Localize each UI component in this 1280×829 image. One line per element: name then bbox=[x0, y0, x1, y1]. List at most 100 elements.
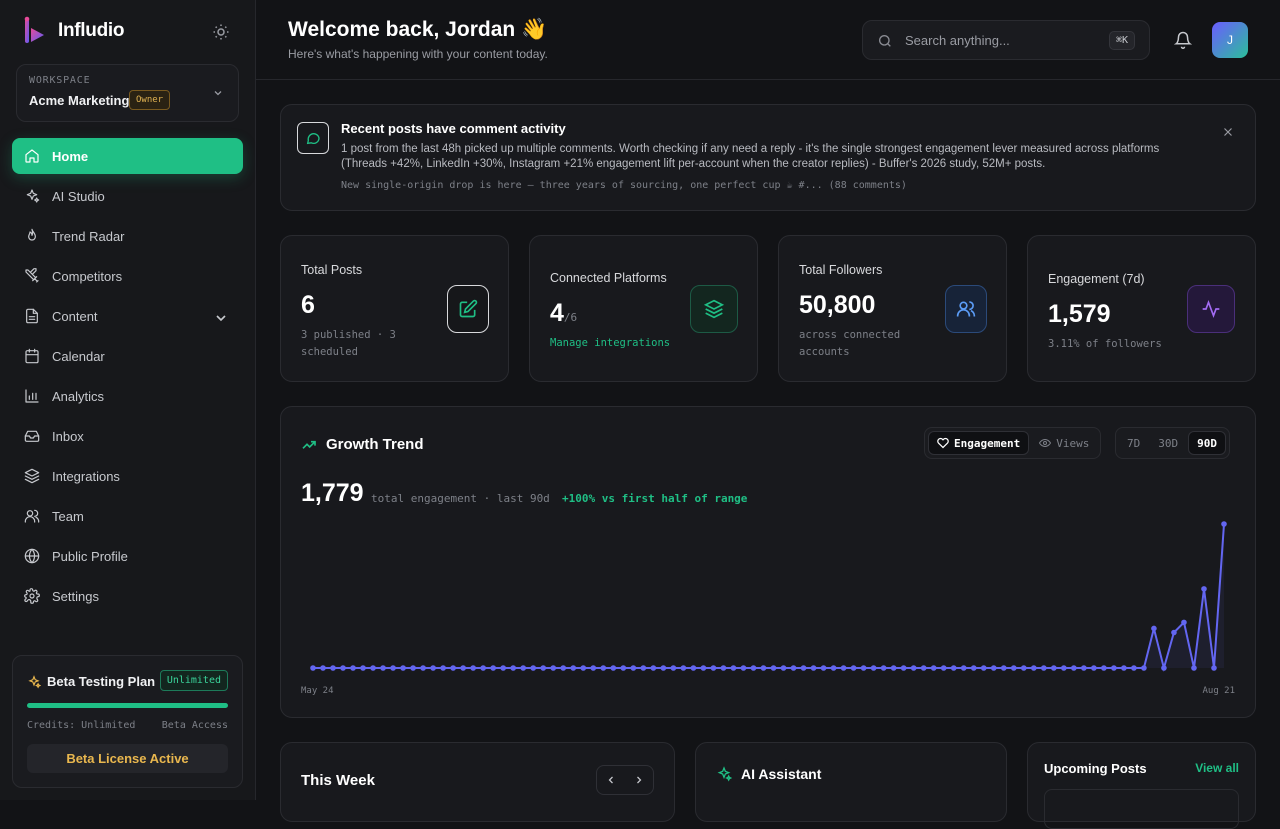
data-point[interactable] bbox=[850, 665, 857, 671]
data-point[interactable] bbox=[950, 665, 957, 671]
data-point[interactable] bbox=[610, 665, 617, 671]
data-point[interactable] bbox=[770, 665, 777, 671]
data-point[interactable] bbox=[1161, 665, 1167, 671]
close-icon[interactable] bbox=[1221, 125, 1235, 139]
data-point[interactable] bbox=[820, 665, 827, 671]
data-point[interactable] bbox=[680, 665, 687, 671]
data-point[interactable] bbox=[530, 665, 537, 671]
data-point[interactable] bbox=[580, 665, 587, 671]
data-point[interactable] bbox=[1191, 665, 1197, 671]
data-point[interactable] bbox=[420, 665, 426, 671]
data-point[interactable] bbox=[620, 665, 627, 671]
data-point[interactable] bbox=[340, 665, 346, 671]
data-point[interactable] bbox=[630, 665, 637, 671]
data-point[interactable] bbox=[410, 665, 416, 671]
data-point[interactable] bbox=[970, 665, 977, 671]
data-point[interactable] bbox=[550, 665, 557, 671]
sidebar-item-analytics[interactable]: Analytics bbox=[12, 378, 243, 414]
data-point[interactable] bbox=[800, 665, 807, 671]
data-point[interactable] bbox=[960, 665, 967, 671]
data-point[interactable] bbox=[910, 665, 917, 671]
data-point[interactable] bbox=[430, 665, 436, 671]
data-point[interactable] bbox=[1201, 586, 1207, 592]
data-point[interactable] bbox=[460, 665, 466, 671]
workspace-switcher[interactable]: WORKSPACE Acme Marketing Owner bbox=[16, 64, 239, 122]
sidebar-item-inbox[interactable]: Inbox bbox=[12, 418, 243, 454]
data-point[interactable] bbox=[1211, 665, 1217, 671]
manage-integrations-link[interactable]: Manage integrations bbox=[550, 335, 670, 352]
sidebar-item-calendar[interactable]: Calendar bbox=[12, 338, 243, 374]
sidebar-item-ai-studio[interactable]: AI Studio bbox=[12, 178, 243, 214]
data-point[interactable] bbox=[760, 665, 767, 671]
data-point[interactable] bbox=[730, 665, 737, 671]
data-point[interactable] bbox=[380, 665, 386, 671]
data-point[interactable] bbox=[370, 665, 376, 671]
data-point[interactable] bbox=[660, 665, 667, 671]
sidebar-item-trend-radar[interactable]: Trend Radar bbox=[12, 218, 243, 254]
data-point[interactable] bbox=[470, 665, 476, 671]
data-point[interactable] bbox=[880, 665, 887, 671]
data-point[interactable] bbox=[450, 665, 456, 671]
alert-post-excerpt[interactable]: New single-origin drop is here — three y… bbox=[341, 180, 907, 191]
data-point[interactable] bbox=[640, 665, 647, 671]
data-point[interactable] bbox=[520, 665, 527, 671]
data-point[interactable] bbox=[920, 665, 927, 671]
upcoming-post-item[interactable] bbox=[1044, 789, 1239, 829]
data-point[interactable] bbox=[1221, 521, 1227, 527]
data-point[interactable] bbox=[360, 665, 366, 671]
data-point[interactable] bbox=[510, 665, 517, 671]
data-point[interactable] bbox=[560, 665, 567, 671]
data-point[interactable] bbox=[720, 665, 727, 671]
data-point[interactable] bbox=[990, 665, 997, 671]
data-point[interactable] bbox=[330, 665, 336, 671]
data-point[interactable] bbox=[860, 665, 867, 671]
search-input[interactable]: Search anything... ⌘K bbox=[862, 20, 1150, 60]
chevron-left-icon[interactable] bbox=[605, 774, 617, 786]
brand[interactable]: Infludio bbox=[22, 16, 124, 46]
data-point[interactable] bbox=[400, 665, 406, 671]
sidebar-item-team[interactable]: Team bbox=[12, 498, 243, 534]
data-point[interactable] bbox=[830, 665, 837, 671]
data-point[interactable] bbox=[1081, 665, 1087, 671]
data-point[interactable] bbox=[1071, 665, 1077, 671]
data-point[interactable] bbox=[540, 665, 547, 671]
data-point[interactable] bbox=[1101, 665, 1107, 671]
data-point[interactable] bbox=[1091, 665, 1097, 671]
chevron-right-icon[interactable] bbox=[633, 774, 645, 786]
data-point[interactable] bbox=[500, 665, 507, 671]
data-point[interactable] bbox=[390, 665, 396, 671]
sidebar-item-competitors[interactable]: Competitors bbox=[12, 258, 243, 294]
data-point[interactable] bbox=[670, 665, 677, 671]
data-point[interactable] bbox=[700, 665, 707, 671]
data-point[interactable] bbox=[480, 665, 486, 671]
data-point[interactable] bbox=[600, 665, 607, 671]
data-point[interactable] bbox=[490, 665, 496, 671]
data-point[interactable] bbox=[690, 665, 697, 671]
sidebar-item-integrations[interactable]: Integrations bbox=[12, 458, 243, 494]
data-point[interactable] bbox=[350, 665, 356, 671]
sidebar-item-content[interactable]: Content bbox=[12, 298, 243, 334]
data-point[interactable] bbox=[870, 665, 877, 671]
data-point[interactable] bbox=[1151, 625, 1157, 632]
avatar[interactable]: J bbox=[1212, 22, 1248, 58]
data-point[interactable] bbox=[1111, 665, 1117, 671]
sidebar-item-settings[interactable]: Settings bbox=[12, 578, 243, 614]
data-point[interactable] bbox=[980, 665, 987, 671]
data-point[interactable] bbox=[810, 665, 817, 671]
data-point[interactable] bbox=[1051, 665, 1057, 671]
data-point[interactable] bbox=[1181, 619, 1187, 626]
data-point[interactable] bbox=[780, 665, 787, 671]
data-point[interactable] bbox=[840, 665, 847, 671]
data-point[interactable] bbox=[310, 665, 316, 671]
data-point[interactable] bbox=[790, 665, 797, 671]
data-point[interactable] bbox=[590, 665, 597, 671]
data-point[interactable] bbox=[1030, 665, 1037, 671]
data-point[interactable] bbox=[900, 665, 907, 671]
data-point[interactable] bbox=[320, 665, 326, 671]
data-point[interactable] bbox=[890, 665, 897, 671]
data-point[interactable] bbox=[1141, 665, 1147, 671]
data-point[interactable] bbox=[940, 665, 947, 671]
data-point[interactable] bbox=[650, 665, 657, 671]
data-point[interactable] bbox=[1000, 665, 1007, 671]
data-point[interactable] bbox=[740, 665, 747, 671]
